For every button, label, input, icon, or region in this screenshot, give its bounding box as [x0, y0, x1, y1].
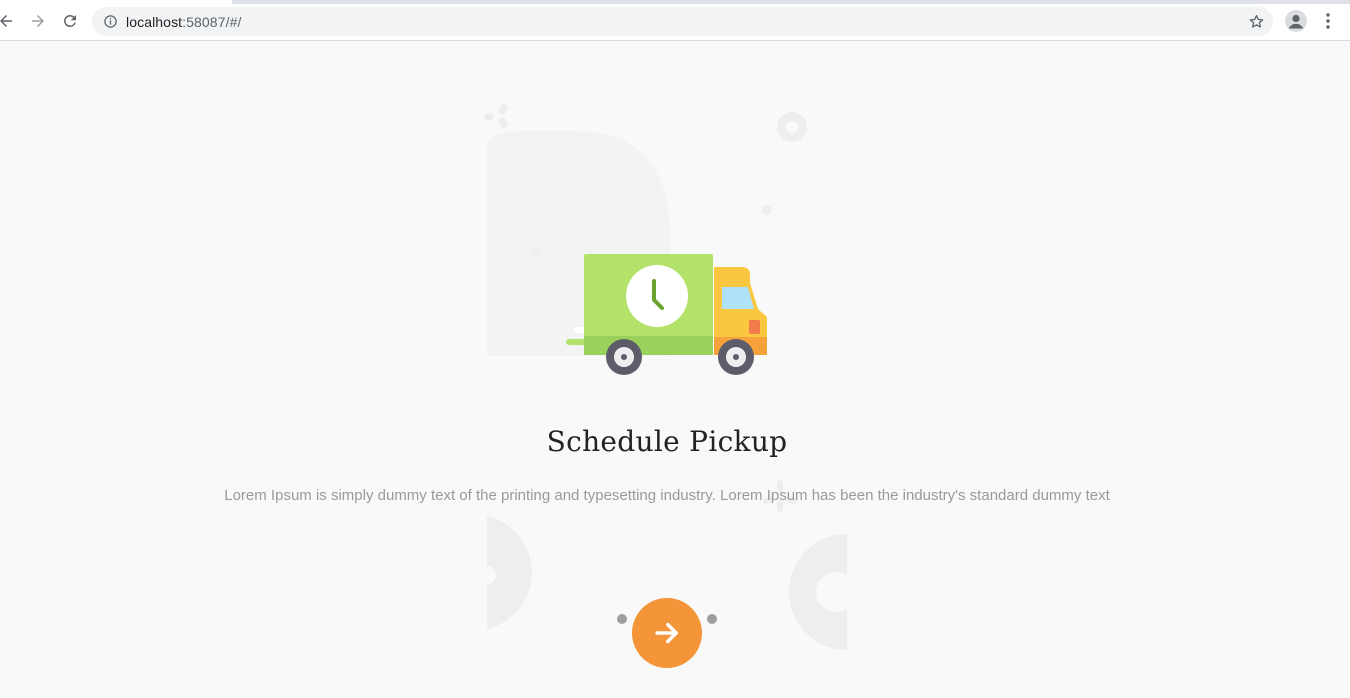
- onboarding-page: Schedule Pickup Lorem Ipsum is simply du…: [0, 41, 1350, 698]
- forward-button[interactable]: [26, 9, 50, 33]
- browser-toolbar: localhost:58087/#/: [0, 0, 1350, 41]
- back-button[interactable]: [0, 9, 18, 33]
- page-indicator-dot[interactable]: [617, 614, 627, 624]
- page-indicator-dot[interactable]: [707, 614, 717, 624]
- onboarding-title: Schedule Pickup: [546, 425, 788, 458]
- star-icon[interactable]: [1247, 12, 1265, 30]
- onboarding-description: Lorem Ipsum is simply dummy text of the …: [224, 487, 1110, 504]
- reload-button[interactable]: [58, 9, 82, 33]
- next-button[interactable]: [632, 598, 702, 668]
- url-text[interactable]: localhost:58087/#/: [126, 14, 241, 30]
- more-vert-icon: [1326, 13, 1330, 29]
- profile-icon[interactable]: [1285, 10, 1307, 32]
- arrow-right-icon: [655, 622, 678, 644]
- truck-wheel: [606, 339, 642, 375]
- delivery-truck-illustration: [566, 254, 767, 375]
- forward-arrow-icon: [32, 15, 44, 27]
- truck-wheel: [718, 339, 754, 375]
- info-icon[interactable]: [102, 13, 118, 29]
- url-host: localhost: [126, 14, 183, 30]
- tab-strip: [232, 0, 1350, 4]
- address-bar[interactable]: localhost:58087/#/: [92, 7, 1273, 36]
- url-path: :58087/#/: [182, 14, 242, 30]
- back-arrow-icon: [0, 15, 12, 27]
- reload-icon: [63, 14, 76, 27]
- clock-icon: [626, 265, 688, 327]
- more-button[interactable]: [1320, 10, 1336, 32]
